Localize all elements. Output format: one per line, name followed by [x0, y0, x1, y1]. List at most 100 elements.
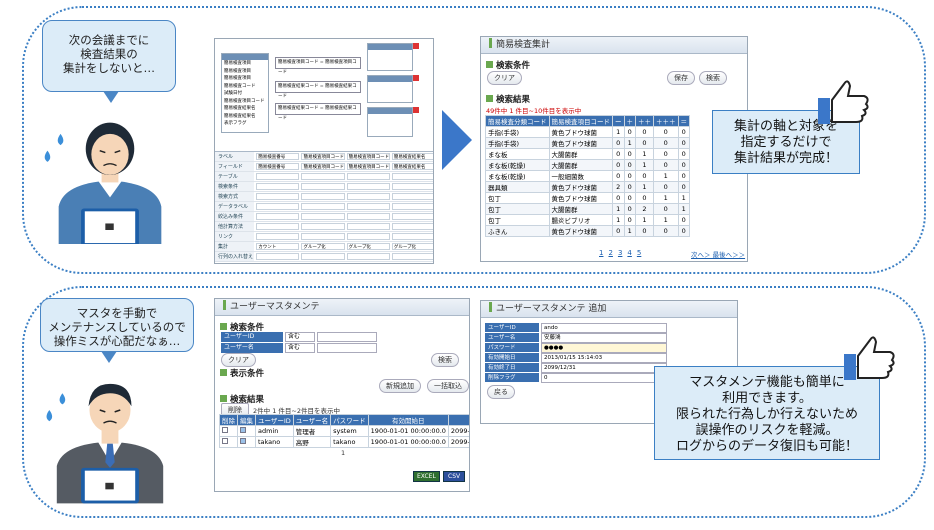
operator-select[interactable]: 含む [285, 332, 315, 342]
column-header[interactable]: ユーザーID [255, 414, 294, 426]
form-cell[interactable] [346, 213, 390, 220]
form-cell[interactable] [256, 223, 300, 230]
page-link[interactable]: 2 [608, 249, 612, 257]
form-cell[interactable] [391, 223, 433, 230]
edit-icon[interactable] [240, 438, 246, 444]
column-header[interactable]: パスワード [330, 414, 369, 426]
column-header[interactable]: 簡易検査分類コード [485, 115, 550, 127]
form-cell[interactable] [256, 233, 300, 240]
form-cell[interactable] [301, 173, 345, 180]
back-button[interactable]: 戻る [487, 385, 515, 399]
form-cell[interactable]: 簡易検査結果名 [391, 153, 433, 160]
join-node-3[interactable]: 簡易検査結果コード = 簡易検査結果コード [275, 103, 361, 121]
operator-select[interactable]: 含む [285, 343, 315, 353]
form-cell[interactable] [391, 193, 433, 200]
column-header[interactable]: 有効終了日 [447, 414, 469, 426]
form-cell[interactable] [256, 173, 300, 180]
add-new-button[interactable]: 新規追加 [379, 379, 421, 393]
form-cell[interactable] [256, 253, 300, 260]
page-link[interactable]: 5 [637, 249, 641, 257]
form-cell[interactable]: 簡易検査項目コード [346, 163, 390, 170]
save-button[interactable]: 保存 [667, 71, 695, 85]
search-button[interactable]: 検索 [431, 353, 459, 367]
column-header[interactable]: 簡易検査項目コード [548, 115, 613, 127]
table-row[interactable]: admin 管理者 system 1900-01-01 00:00:00.0 2099-… [219, 425, 469, 437]
form-cell[interactable] [346, 193, 390, 200]
form-cell[interactable] [301, 203, 345, 210]
close-icon[interactable] [413, 107, 419, 113]
close-icon[interactable] [413, 43, 419, 49]
next-page-link[interactable]: 次へ＞ 最後へ＞＞ [691, 249, 745, 259]
form-cell[interactable] [301, 183, 345, 190]
column-header[interactable]: 有効開始日 [367, 414, 449, 426]
form-cell[interactable] [256, 213, 300, 220]
edit-icon[interactable] [240, 427, 246, 433]
page-link[interactable]: 4 [627, 249, 631, 257]
form-cell[interactable]: 簡易検査項目コード [346, 153, 390, 160]
bulk-import-button[interactable]: 一括取込 [427, 379, 469, 393]
form-field-input[interactable]: ando [541, 323, 667, 333]
form-cell[interactable] [391, 173, 433, 180]
column-header[interactable]: 削除 [219, 414, 238, 426]
form-cell[interactable] [391, 203, 433, 210]
table-cell[interactable] [219, 425, 238, 437]
form-cell[interactable] [346, 183, 390, 190]
join-node-2[interactable]: 簡易検査結果コード = 簡易検査結果コード [275, 81, 361, 99]
form-cell[interactable] [346, 233, 390, 240]
csv-export-button[interactable]: CSV [443, 471, 466, 482]
form-cell[interactable] [346, 173, 390, 180]
form-cell[interactable] [346, 253, 390, 260]
clear-button[interactable]: クリア [487, 71, 522, 85]
form-cell[interactable] [346, 223, 390, 230]
form-cell[interactable]: 簡易検査項目コード [301, 163, 345, 170]
form-cell[interactable]: 簡易検査番号 [256, 153, 300, 160]
delete-checkbox[interactable] [222, 427, 228, 433]
form-cell[interactable]: カウント [256, 243, 300, 250]
table-row[interactable]: takano 高野 takano 1900-01-01 00:00:00.0 2099-… [219, 436, 469, 448]
form-cell[interactable] [301, 213, 345, 220]
form-cell[interactable]: 簡易検査項目コード [301, 153, 345, 160]
table-cell[interactable] [237, 436, 256, 448]
form-cell[interactable]: グループ化 [391, 243, 433, 250]
search-input[interactable] [317, 343, 377, 353]
table-cell[interactable] [219, 436, 238, 448]
form-field-input[interactable]: 2013/01/15 15:14:03 [541, 353, 667, 363]
form-field-input[interactable]: 2099/12/31 [541, 363, 667, 373]
search-input[interactable] [317, 332, 377, 342]
column-header[interactable]: ー [612, 115, 625, 127]
page-number[interactable]: 1 [341, 449, 345, 457]
form-cell[interactable] [301, 223, 345, 230]
column-header[interactable]: ＋ [623, 115, 636, 127]
form-cell[interactable] [391, 233, 433, 240]
form-cell[interactable] [391, 253, 433, 260]
form-cell[interactable] [256, 193, 300, 200]
form-cell[interactable] [301, 253, 345, 260]
column-header[interactable]: 編集 [237, 414, 256, 426]
form-cell[interactable] [301, 233, 345, 240]
form-cell[interactable]: 簡易検査番号 [256, 163, 300, 170]
close-icon[interactable] [413, 75, 419, 81]
form-field-input[interactable]: 0 [541, 373, 667, 383]
column-header[interactable]: ＋＋＋ [653, 115, 679, 127]
join-node-1[interactable]: 簡易検査項目コード = 簡易検査項目コード [275, 57, 361, 75]
form-cell[interactable] [256, 183, 300, 190]
form-cell[interactable] [346, 203, 390, 210]
form-cell[interactable]: グループ化 [301, 243, 345, 250]
excel-export-button[interactable]: EXCEL [413, 471, 440, 482]
form-cell[interactable]: 簡易検査結果名 [391, 163, 433, 170]
clear-button[interactable]: クリア [221, 353, 256, 367]
form-cell[interactable] [391, 183, 433, 190]
delete-checkbox[interactable] [222, 438, 228, 444]
search-button[interactable]: 検索 [699, 71, 727, 85]
table-cell[interactable] [237, 425, 256, 437]
column-header[interactable]: ユーザー名 [292, 414, 332, 426]
page-link[interactable]: 1 [599, 249, 603, 257]
form-cell[interactable] [391, 213, 433, 220]
column-header[interactable]: ＝ [677, 115, 690, 127]
column-header[interactable]: ＋＋ [635, 115, 654, 127]
form-field-input[interactable]: 安藤鴻 [541, 333, 667, 343]
form-cell[interactable] [256, 203, 300, 210]
form-field-input[interactable]: ●●●● [541, 343, 667, 353]
page-link[interactable]: 3 [618, 249, 622, 257]
form-cell[interactable]: グループ化 [346, 243, 390, 250]
